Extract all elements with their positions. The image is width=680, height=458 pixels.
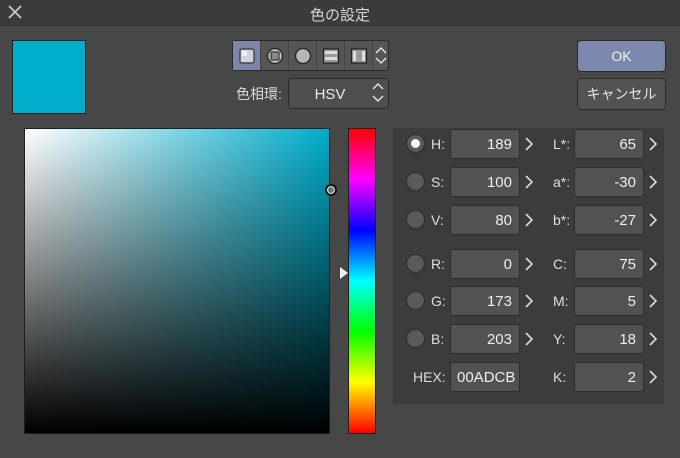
cancel-button[interactable]: キャンセル — [577, 78, 666, 110]
b-star-field[interactable]: -27 — [574, 205, 644, 235]
color-sliders-icon[interactable] — [317, 41, 345, 70]
hue-slider[interactable] — [348, 128, 376, 434]
label-hex: HEX: — [413, 369, 446, 385]
y-field[interactable]: 18 — [574, 324, 644, 354]
chevron-right-icon[interactable] — [648, 369, 658, 385]
radio-g[interactable] — [406, 291, 425, 310]
color-ring-spinner[interactable] — [372, 82, 384, 103]
label-k: K: — [553, 369, 567, 385]
chevron-right-icon[interactable] — [524, 293, 534, 309]
radio-h[interactable] — [406, 134, 425, 153]
r-field[interactable]: 0 — [450, 249, 520, 279]
color-palette-strip-icon[interactable] — [345, 41, 373, 70]
chevron-right-icon[interactable] — [648, 174, 658, 190]
title-bar: 色の設定 — [0, 0, 680, 26]
chevron-right-icon[interactable] — [524, 256, 534, 272]
v-field[interactable]: 80 — [450, 205, 520, 235]
current-color-swatch — [12, 40, 86, 114]
chevron-up-icon — [374, 46, 387, 54]
mode-spinner[interactable] — [373, 41, 388, 70]
b-field[interactable]: 203 — [450, 324, 520, 354]
radio-b[interactable] — [406, 329, 425, 348]
label-y: Y: — [553, 331, 566, 347]
hex-field[interactable]: 00ADCB — [450, 362, 520, 392]
color-ring-select[interactable]: HSV — [288, 78, 389, 109]
g-field[interactable]: 173 — [450, 286, 520, 316]
color-square-icon[interactable] — [233, 41, 261, 70]
picker-mode-group — [232, 40, 389, 71]
chevron-right-icon[interactable] — [524, 212, 534, 228]
label-c: C: — [553, 256, 567, 272]
chevron-right-icon[interactable] — [648, 212, 658, 228]
saturation-value-square[interactable] — [24, 128, 337, 434]
color-values-panel: H: 189 S: 100 V: 80 R: 0 G: 173 B: 203 H… — [393, 128, 664, 404]
radio-r[interactable] — [406, 254, 425, 273]
chevron-right-icon[interactable] — [648, 256, 658, 272]
label-b: B: — [431, 331, 445, 347]
label-g: G: — [431, 293, 446, 309]
l-field[interactable]: 65 — [574, 129, 644, 159]
label-h: H: — [431, 136, 445, 152]
chevron-down-icon — [374, 57, 387, 65]
h-field[interactable]: 189 — [450, 129, 520, 159]
label-v: V: — [431, 212, 444, 228]
hue-slider-marker-icon[interactable] — [340, 267, 348, 280]
label-a: a*: — [553, 174, 571, 190]
s-field[interactable]: 100 — [450, 167, 520, 197]
chevron-up-icon — [372, 82, 384, 90]
label-r: R: — [431, 256, 445, 272]
chevron-right-icon[interactable] — [524, 136, 534, 152]
label-s: S: — [431, 174, 445, 190]
a-field[interactable]: -30 — [574, 167, 644, 197]
m-field[interactable]: 5 — [574, 286, 644, 316]
chevron-right-icon[interactable] — [524, 174, 534, 190]
chevron-right-icon[interactable] — [648, 293, 658, 309]
chevron-right-icon[interactable] — [648, 331, 658, 347]
radio-v[interactable] — [406, 210, 425, 229]
chevron-right-icon[interactable] — [648, 136, 658, 152]
color-ring-value: HSV — [314, 86, 346, 103]
chevron-down-icon — [372, 95, 384, 103]
c-field[interactable]: 75 — [574, 249, 644, 279]
radio-s[interactable] — [406, 172, 425, 191]
window-title: 色の設定 — [309, 7, 370, 24]
color-picker-cursor[interactable] — [325, 184, 337, 197]
label-l: L*: — [553, 136, 571, 152]
label-m: M: — [553, 293, 569, 309]
k-field[interactable]: 2 — [574, 362, 644, 392]
color-ring-label: 色相環: — [236, 86, 282, 102]
ok-button[interactable]: OK — [577, 40, 666, 72]
label-b-star: b*: — [553, 212, 571, 228]
chevron-right-icon[interactable] — [524, 331, 534, 347]
color-circle-icon[interactable] — [289, 41, 317, 70]
color-wheel-square-icon[interactable] — [261, 41, 289, 70]
